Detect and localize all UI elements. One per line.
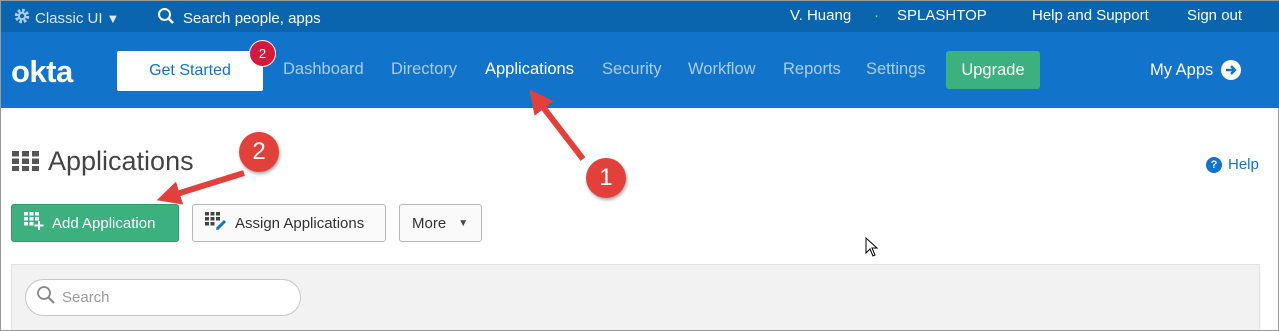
help-icon: ? <box>1206 156 1222 173</box>
more-label: More <box>412 214 447 232</box>
nav-security[interactable]: Security <box>602 60 662 79</box>
page-title: Applications <box>48 146 194 176</box>
classic-ui-label: Classic UI <box>35 9 103 27</box>
nav-directory[interactable]: Directory <box>391 60 457 79</box>
search-icon <box>36 285 56 310</box>
more-dropdown[interactable]: More ▼ <box>399 204 482 242</box>
caret-down-icon: ▼ <box>458 217 469 229</box>
org-name: SPLASHTOP <box>897 7 987 24</box>
nav-reports[interactable]: Reports <box>783 60 841 79</box>
nav-workflow[interactable]: Workflow <box>688 60 756 79</box>
help-label: Help <box>1228 156 1259 173</box>
help-link[interactable]: ? Help <box>1206 156 1259 173</box>
global-search-placeholder: Search people, apps <box>183 9 321 27</box>
assign-grid-icon <box>205 212 227 234</box>
separator-dot: · <box>874 7 879 24</box>
main-navbar: okta Get Started 2 Dashboard Directory A… <box>1 32 1279 108</box>
global-search[interactable]: Search people, apps <box>157 7 321 29</box>
get-started-button[interactable]: Get Started <box>117 51 263 91</box>
add-grid-icon <box>24 212 44 234</box>
nav-dashboard[interactable]: Dashboard <box>283 60 364 79</box>
search-icon <box>157 7 175 29</box>
mouse-cursor-icon <box>865 236 879 262</box>
get-started-badge: 2 <box>249 40 276 67</box>
assign-applications-label: Assign Applications <box>235 214 365 232</box>
classic-ui-switcher[interactable]: Classic UI ▼ <box>13 7 119 29</box>
my-apps-link[interactable]: My Apps <box>1150 60 1242 80</box>
okta-logo[interactable]: okta <box>11 54 73 90</box>
apps-grid-icon <box>12 151 39 176</box>
help-and-support-link[interactable]: Help and Support <box>1032 7 1149 24</box>
annotation-step-1: 1 <box>586 158 626 198</box>
add-application-label: Add Application <box>52 214 156 232</box>
arrow-right-icon <box>1221 60 1242 80</box>
annotation-step-2: 2 <box>239 132 279 172</box>
user-name[interactable]: V. Huang <box>790 7 851 24</box>
chevron-down-icon: ▼ <box>106 10 120 26</box>
sign-out-link[interactable]: Sign out <box>1187 7 1242 24</box>
app-search-field[interactable] <box>25 279 301 316</box>
nav-applications[interactable]: Applications <box>485 60 574 79</box>
add-application-button[interactable]: Add Application <box>11 204 179 242</box>
nav-settings[interactable]: Settings <box>866 60 926 79</box>
top-utility-bar: Classic UI ▼ Search people, apps V. Huan… <box>1 1 1279 32</box>
gear-icon <box>13 7 31 29</box>
upgrade-button[interactable]: Upgrade <box>946 51 1040 89</box>
my-apps-label: My Apps <box>1150 60 1214 79</box>
assign-applications-button[interactable]: Assign Applications <box>192 204 386 242</box>
app-search-input[interactable] <box>62 289 282 306</box>
